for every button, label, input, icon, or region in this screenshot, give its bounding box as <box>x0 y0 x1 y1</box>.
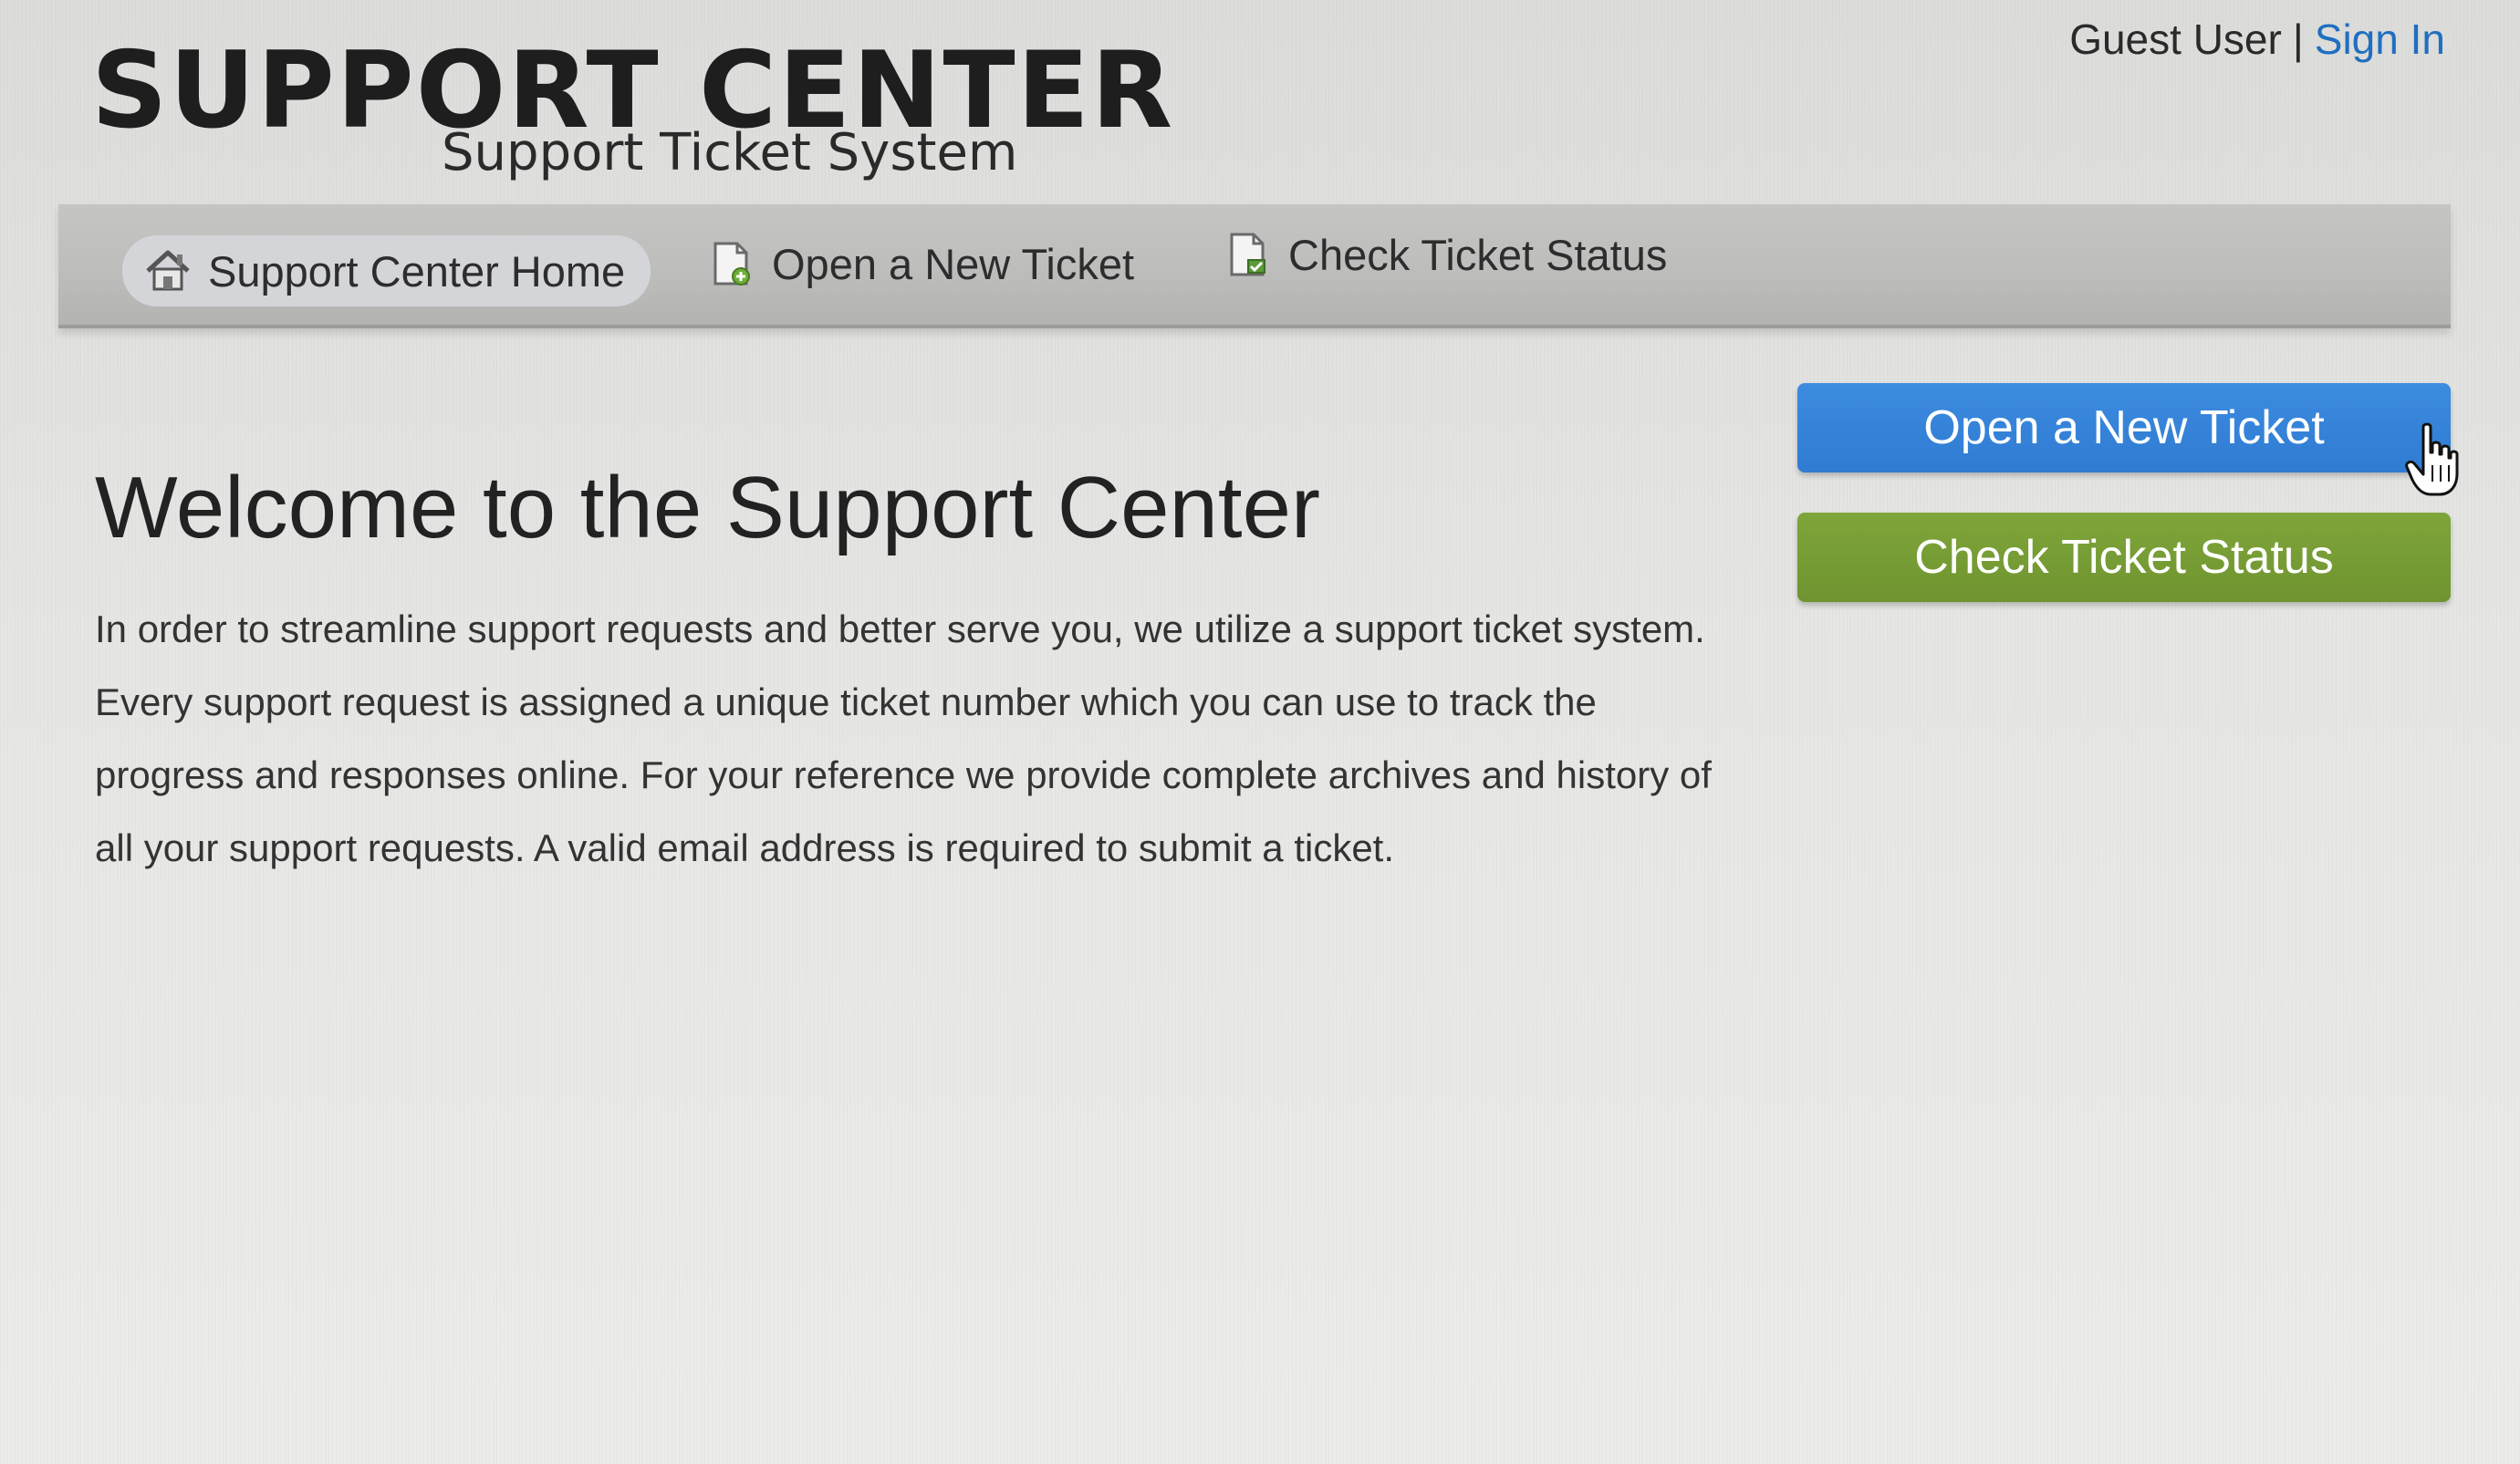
user-bar-separator: | <box>2292 16 2304 63</box>
nav-item-open-new-ticket[interactable]: Open a New Ticket <box>708 228 1134 299</box>
site-subtitle: Support Ticket System <box>442 123 1018 182</box>
nav-item-label: Check Ticket Status <box>1288 230 1668 279</box>
nav-item-label: Open a New Ticket <box>772 239 1135 288</box>
new-ticket-icon <box>708 240 755 287</box>
main-navigation: Support Center Home Open a New Ticket Ch… <box>58 204 2451 328</box>
home-icon <box>144 247 192 295</box>
page-title: Welcome to the Support Center <box>95 459 1320 556</box>
hand-cursor-icon <box>2405 421 2460 498</box>
open-new-ticket-button[interactable]: Open a New Ticket <box>1797 383 2451 472</box>
ticket-status-icon <box>1224 231 1272 278</box>
guest-user-label: Guest User <box>2069 16 2282 63</box>
intro-paragraph: In order to streamline support requests … <box>95 607 1712 869</box>
nav-item-support-center-home[interactable]: Support Center Home <box>122 235 651 306</box>
check-ticket-status-button[interactable]: Check Ticket Status <box>1797 513 2451 602</box>
nav-item-label: Support Center Home <box>208 246 626 296</box>
sign-in-link[interactable]: Sign In <box>2315 16 2445 63</box>
nav-item-check-ticket-status[interactable]: Check Ticket Status <box>1224 219 1667 290</box>
user-bar: Guest User | Sign In <box>2069 18 2445 60</box>
